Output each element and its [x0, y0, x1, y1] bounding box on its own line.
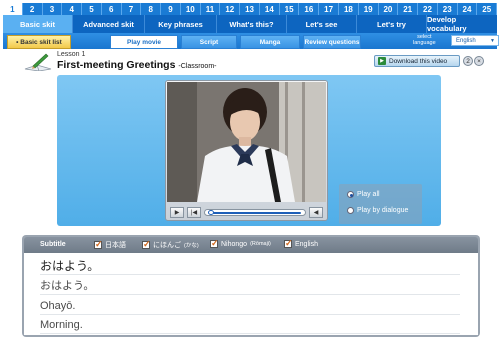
- tab-basic-skit[interactable]: Basic skit: [3, 15, 73, 33]
- subtitle-romaji-checkbox[interactable]: Nihongo (Rōmaji): [210, 238, 271, 249]
- player-controls: ▶ |◀ ◀: [167, 205, 326, 219]
- subtitle-kana-checkbox[interactable]: にほんご (かな): [142, 239, 199, 250]
- lesson-number-15[interactable]: 15: [280, 3, 300, 15]
- lesson-title: First-meeting Greetings -Classroom-: [57, 59, 217, 71]
- lesson-number-1[interactable]: 1: [3, 3, 23, 15]
- lesson-number-25[interactable]: 25: [477, 3, 498, 15]
- help-button[interactable]: 2: [463, 56, 473, 66]
- lesson-number-2[interactable]: 2: [23, 3, 43, 15]
- lesson-number-14[interactable]: 14: [260, 3, 280, 15]
- lesson-number: Lesson 1: [57, 51, 86, 58]
- lesson-number-8[interactable]: 8: [141, 3, 162, 15]
- tab-lets-see[interactable]: Let's see: [287, 15, 357, 33]
- tab-manga[interactable]: Manga: [240, 35, 300, 49]
- tab-whats-this[interactable]: What's this?: [217, 15, 287, 33]
- lesson-number-21[interactable]: 21: [398, 3, 419, 15]
- lesson-number-6[interactable]: 6: [102, 3, 122, 15]
- section-tab-bar: Basic skit Advanced skit Key phrases Wha…: [3, 15, 497, 33]
- lesson-number-22[interactable]: 22: [418, 3, 438, 15]
- sub-toolbar: • Basic skit list Play movie Script Mang…: [3, 33, 499, 49]
- close-button[interactable]: ×: [474, 56, 484, 66]
- subtitle-nihongo-checkbox[interactable]: 日本語: [94, 239, 126, 250]
- checkbox-icon: [142, 239, 151, 250]
- play-icon: ▶: [378, 57, 386, 65]
- tab-play-movie[interactable]: Play movie: [110, 35, 178, 49]
- subtitle-line-kana: おはよう。: [40, 277, 460, 295]
- seek-knob[interactable]: [207, 209, 214, 215]
- select-language-label: select language: [413, 34, 436, 46]
- lesson-number-19[interactable]: 19: [359, 3, 379, 15]
- play-by-dialogue-radio[interactable]: [347, 207, 354, 214]
- lesson-number-bar: 1 2 3 4 5 6 7 8 9 10 11 12 13 14 15 16 17 18 19 20 21 22 23 24 2…: [3, 3, 498, 15]
- lesson-number-3[interactable]: 3: [43, 3, 63, 15]
- tab-develop-vocabulary[interactable]: Develop vocabulary: [427, 15, 497, 33]
- lesson-number-13[interactable]: 13: [240, 3, 260, 15]
- play-button[interactable]: ▶: [170, 206, 184, 218]
- restart-button[interactable]: |◀: [187, 206, 201, 218]
- lesson-number-17[interactable]: 17: [319, 3, 340, 15]
- subtitle-line-romaji: Ohayō.: [40, 297, 460, 315]
- subtitle-lines: おはよう。 おはよう。 Ohayō. Morning.: [24, 253, 478, 335]
- seek-track: [213, 211, 301, 214]
- lesson-number-18[interactable]: 18: [339, 3, 359, 15]
- lesson-number-12[interactable]: 12: [220, 3, 241, 15]
- lesson-number-20[interactable]: 20: [379, 3, 399, 15]
- play-options-panel: Play all Play by dialogue: [339, 184, 422, 224]
- lesson-number-24[interactable]: 24: [458, 3, 478, 15]
- app-window: 1 2 3 4 5 6 7 8 9 10 11 12 13 14 15 16 17 18 19 20 21 22 23 24 2…: [0, 0, 500, 342]
- subtitle-line-english: Morning.: [40, 316, 460, 334]
- play-all-radio[interactable]: [347, 191, 354, 198]
- lesson-subtitle: -Classroom-: [178, 63, 217, 70]
- volume-button[interactable]: ◀: [309, 206, 323, 218]
- tab-lets-try[interactable]: Let's try: [357, 15, 427, 33]
- seek-bar[interactable]: [204, 208, 306, 216]
- subtitle-label: Subtitle: [40, 241, 66, 248]
- checkbox-icon: [210, 238, 219, 249]
- tab-script[interactable]: Script: [181, 35, 237, 49]
- subtitle-english-checkbox[interactable]: English: [284, 238, 318, 249]
- tab-review-questions[interactable]: Review questions: [303, 35, 361, 49]
- subtitle-line-japanese: おはよう。: [40, 257, 460, 275]
- lesson-number-9[interactable]: 9: [161, 3, 181, 15]
- tab-key-phrases[interactable]: Key phrases: [145, 15, 217, 33]
- lesson-number-23[interactable]: 23: [438, 3, 458, 15]
- lesson-number-16[interactable]: 16: [299, 3, 320, 15]
- checkbox-icon: [94, 239, 103, 250]
- basic-skit-list-button[interactable]: • Basic skit list: [7, 35, 71, 49]
- video-frame[interactable]: [167, 82, 326, 202]
- play-all-option[interactable]: Play all: [347, 191, 380, 198]
- video-still-image: [167, 82, 326, 202]
- lesson-number-5[interactable]: 5: [82, 3, 102, 15]
- play-by-dialogue-option[interactable]: Play by dialogue: [347, 207, 408, 214]
- lesson-number-7[interactable]: 7: [122, 3, 142, 15]
- chevron-down-icon: ▼: [490, 38, 495, 44]
- language-select[interactable]: English ▼: [451, 35, 499, 46]
- download-video-button[interactable]: ▶ Download this video: [374, 55, 460, 67]
- lesson-number-11[interactable]: 11: [201, 3, 221, 15]
- tab-advanced-skit[interactable]: Advanced skit: [73, 15, 145, 33]
- book-pen-icon: [24, 53, 52, 71]
- lesson-number-4[interactable]: 4: [62, 3, 83, 15]
- lesson-number-10[interactable]: 10: [181, 3, 201, 15]
- checkbox-icon: [284, 238, 293, 249]
